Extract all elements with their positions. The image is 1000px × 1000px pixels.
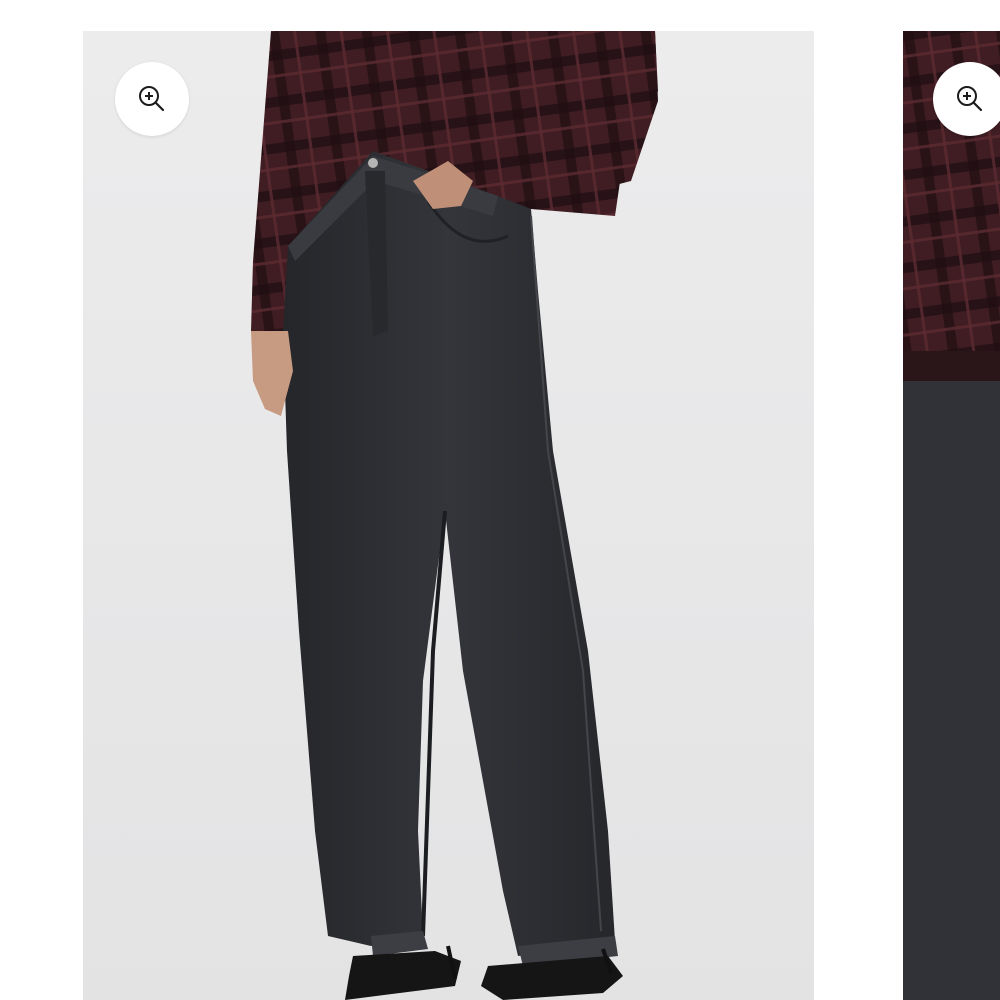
zoom-in-icon xyxy=(136,83,168,115)
product-image-next[interactable] xyxy=(903,31,1000,1000)
zoom-button-next[interactable] xyxy=(933,62,1000,136)
zoom-button[interactable] xyxy=(115,62,189,136)
product-photo-detail xyxy=(903,31,1000,1000)
product-photo xyxy=(83,31,814,1000)
product-image-main[interactable] xyxy=(83,31,814,1000)
zoom-in-icon xyxy=(954,83,986,115)
product-image-gallery xyxy=(0,0,1000,1000)
